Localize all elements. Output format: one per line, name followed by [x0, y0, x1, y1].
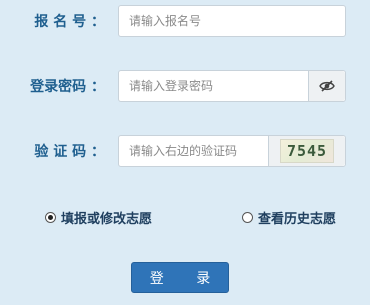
login-button[interactable]: 登 录	[131, 262, 229, 293]
password-row: 登录密码 ：	[0, 70, 370, 104]
captcha-image-button[interactable]: 7545	[268, 136, 345, 166]
password-visibility-toggle[interactable]	[308, 71, 345, 101]
password-label: 登录密码 ：	[30, 79, 105, 95]
password-input[interactable]	[119, 71, 308, 101]
captcha-row: 验 证 码 ： 7545	[0, 135, 370, 169]
option-fill-volunteer[interactable]: 填报或修改志愿	[45, 208, 152, 227]
registration-number-row: 报 名 号 ：	[0, 5, 370, 39]
option-view-history[interactable]: 查看历史志愿	[242, 208, 336, 227]
captcha-input[interactable]	[119, 136, 268, 166]
captcha-text: 7545	[286, 142, 328, 160]
eye-slash-icon	[319, 80, 335, 92]
radio-selected-icon[interactable]	[45, 212, 56, 223]
captcha-image: 7545	[280, 139, 334, 163]
captcha-field-wrapper: 7545	[118, 135, 346, 167]
password-field-wrapper	[118, 70, 346, 102]
registration-number-field-wrapper	[118, 5, 346, 37]
radio-dot	[48, 215, 53, 220]
registration-number-label: 报 名 号 ：	[34, 14, 105, 30]
radio-unselected-icon[interactable]	[242, 212, 253, 223]
option-fill-label: 填报或修改志愿	[61, 212, 153, 227]
registration-number-input[interactable]	[119, 6, 345, 36]
option-history-label: 查看历史志愿	[258, 212, 337, 227]
captcha-label: 验 证 码 ：	[34, 144, 105, 160]
mode-options: 填报或修改志愿 查看历史志愿	[0, 208, 370, 228]
